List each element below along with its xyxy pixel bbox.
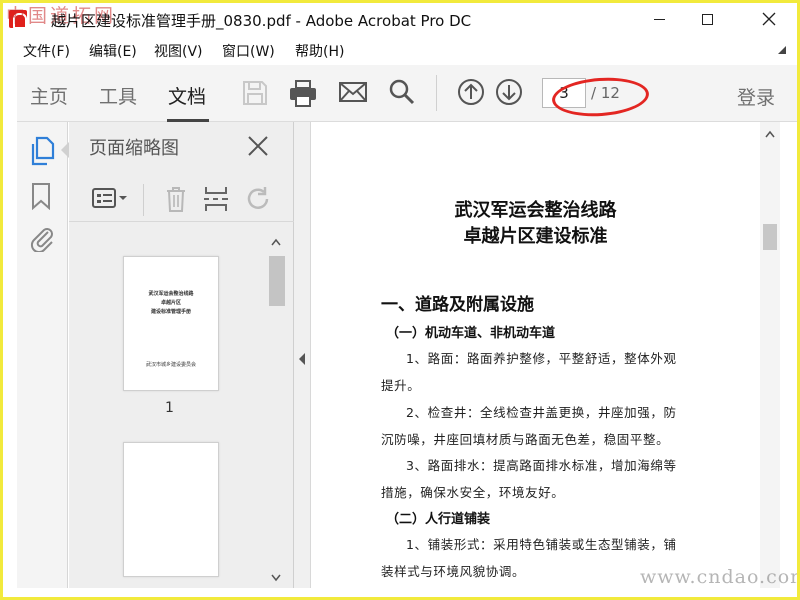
close-window-button[interactable] (746, 5, 792, 33)
menu-help[interactable]: 帮助(H) (295, 41, 344, 61)
minimize-button[interactable] (636, 5, 682, 33)
doc-paragraph-line: 沉防噪，井座回填材质与路面无色差，稳固平整。 (381, 432, 670, 447)
pages-icon[interactable] (27, 136, 55, 166)
chevron-up-icon[interactable] (271, 238, 281, 246)
menu-bar: 文件(F) 编辑(E) 视图(V) 窗口(W) 帮助(H) (3, 37, 797, 63)
thumb-line-3: 建设标准管理手册 (150, 309, 191, 315)
minimize-icon (653, 18, 665, 20)
delete-icon[interactable] (164, 185, 188, 213)
thumbnail-page-number: 1 (165, 400, 174, 416)
doc-paragraph-line: 3、路面排水：提高路面排水标准，增加海绵等 (406, 458, 677, 473)
page-thumbnail-2[interactable] (123, 442, 219, 577)
options-menu-icon[interactable] (91, 187, 129, 209)
watermark-bottom: www.cndao.com (640, 566, 800, 588)
doc-paragraph-line: 1、铺装形式：采用特色铺装或生态型铺装，铺 (406, 537, 677, 552)
extract-page-icon[interactable] (203, 185, 229, 213)
rotate-icon[interactable] (245, 186, 273, 212)
tab-home[interactable]: 主页 (30, 82, 68, 109)
thumbnails-title: 页面缩略图 (89, 138, 179, 159)
tab-document[interactable]: 文档 (168, 82, 206, 109)
thumbnails-scrollbar[interactable] (266, 234, 286, 588)
search-icon[interactable] (388, 78, 416, 106)
thumbnails-toolbar (69, 174, 294, 222)
menu-file[interactable]: 文件(F) (23, 41, 70, 61)
page-thumbnail-1[interactable]: 武汉军运会整治线路 卓越片区 建设标准管理手册 武汉市城乡建设委员会 (123, 256, 219, 391)
doc-paragraph-line: 1、路面：路面养护整修，平整舒适，整体外观 (406, 351, 677, 366)
window-title: 越片区建设标准管理手册_0830.pdf - Adobe Acrobat Pro… (51, 12, 472, 30)
doc-title-line-2: 卓越片区建设标准 (463, 226, 608, 247)
doc-paragraph-line: 措施，确保水安全，环境友好。 (381, 485, 565, 500)
thumb-line-1: 武汉军运会整治线路 (148, 291, 194, 297)
tab-tools[interactable]: 工具 (99, 82, 137, 109)
resize-corner-icon (778, 46, 786, 54)
doc-section-1: （一）机动车道、非机动车道 (386, 326, 556, 341)
menu-window[interactable]: 窗口(W) (222, 41, 275, 61)
doc-heading-1: 一、道路及附属设施 (381, 295, 534, 315)
save-icon[interactable] (241, 79, 269, 107)
thumbnails-panel: 页面缩略图 武汉军运会整治线路 卓越片区 建设标准管理手册 武汉市城乡建设委员会… (69, 122, 294, 588)
toolbar-separator (436, 75, 437, 111)
title-bar: 中国道拓网 越片区建设标准管理手册_0830.pdf - Adobe Acrob… (3, 3, 797, 35)
close-icon (762, 12, 776, 26)
bookmark-icon[interactable] (30, 182, 52, 210)
document-scrollbar[interactable] (760, 122, 780, 588)
panel-collapse-handle[interactable] (294, 122, 311, 588)
thumb-footer: 武汉市城乡建设委员会 (145, 362, 196, 368)
maximize-icon (701, 13, 713, 25)
document-view[interactable]: 武汉军运会整治线路 卓越片区建设标准 一、道路及附属设施 （一）机动车道、非机动… (311, 122, 760, 588)
doc-section-2: （二）人行道铺装 (386, 512, 491, 527)
document-scroll-thumb[interactable] (763, 224, 777, 250)
thumbnails-tool-separator (143, 184, 144, 216)
doc-paragraph-line: 提升。 (381, 378, 421, 393)
doc-paragraph-line: 2、检查井：全线检查井盖更换，井座加强，防 (406, 405, 677, 420)
menu-view[interactable]: 视图(V) (154, 41, 203, 61)
maximize-button[interactable] (684, 5, 730, 33)
doc-title-line-1: 武汉军运会整治线路 (454, 200, 617, 221)
page-down-icon[interactable] (495, 78, 523, 106)
scroll-up-icon[interactable] (765, 130, 775, 138)
login-button[interactable]: 登录 (737, 83, 775, 110)
thumbnails-scroll-thumb[interactable] (269, 256, 285, 306)
close-panel-icon[interactable] (247, 135, 269, 157)
chevron-down-icon[interactable] (271, 574, 281, 582)
page-up-icon[interactable] (457, 78, 485, 106)
thumb-line-2: 卓越片区 (160, 300, 181, 306)
print-icon[interactable] (288, 78, 318, 108)
collapse-arrow-icon (299, 353, 305, 365)
attachment-icon[interactable] (28, 224, 56, 252)
menu-edit[interactable]: 编辑(E) (89, 41, 137, 61)
email-icon[interactable] (338, 80, 368, 104)
doc-paragraph-line: 装样式与环境风貌协调。 (381, 564, 526, 579)
navigation-rail (17, 122, 68, 588)
main-toolbar: 主页 工具 文档 3 / 12 登录 (17, 65, 797, 122)
